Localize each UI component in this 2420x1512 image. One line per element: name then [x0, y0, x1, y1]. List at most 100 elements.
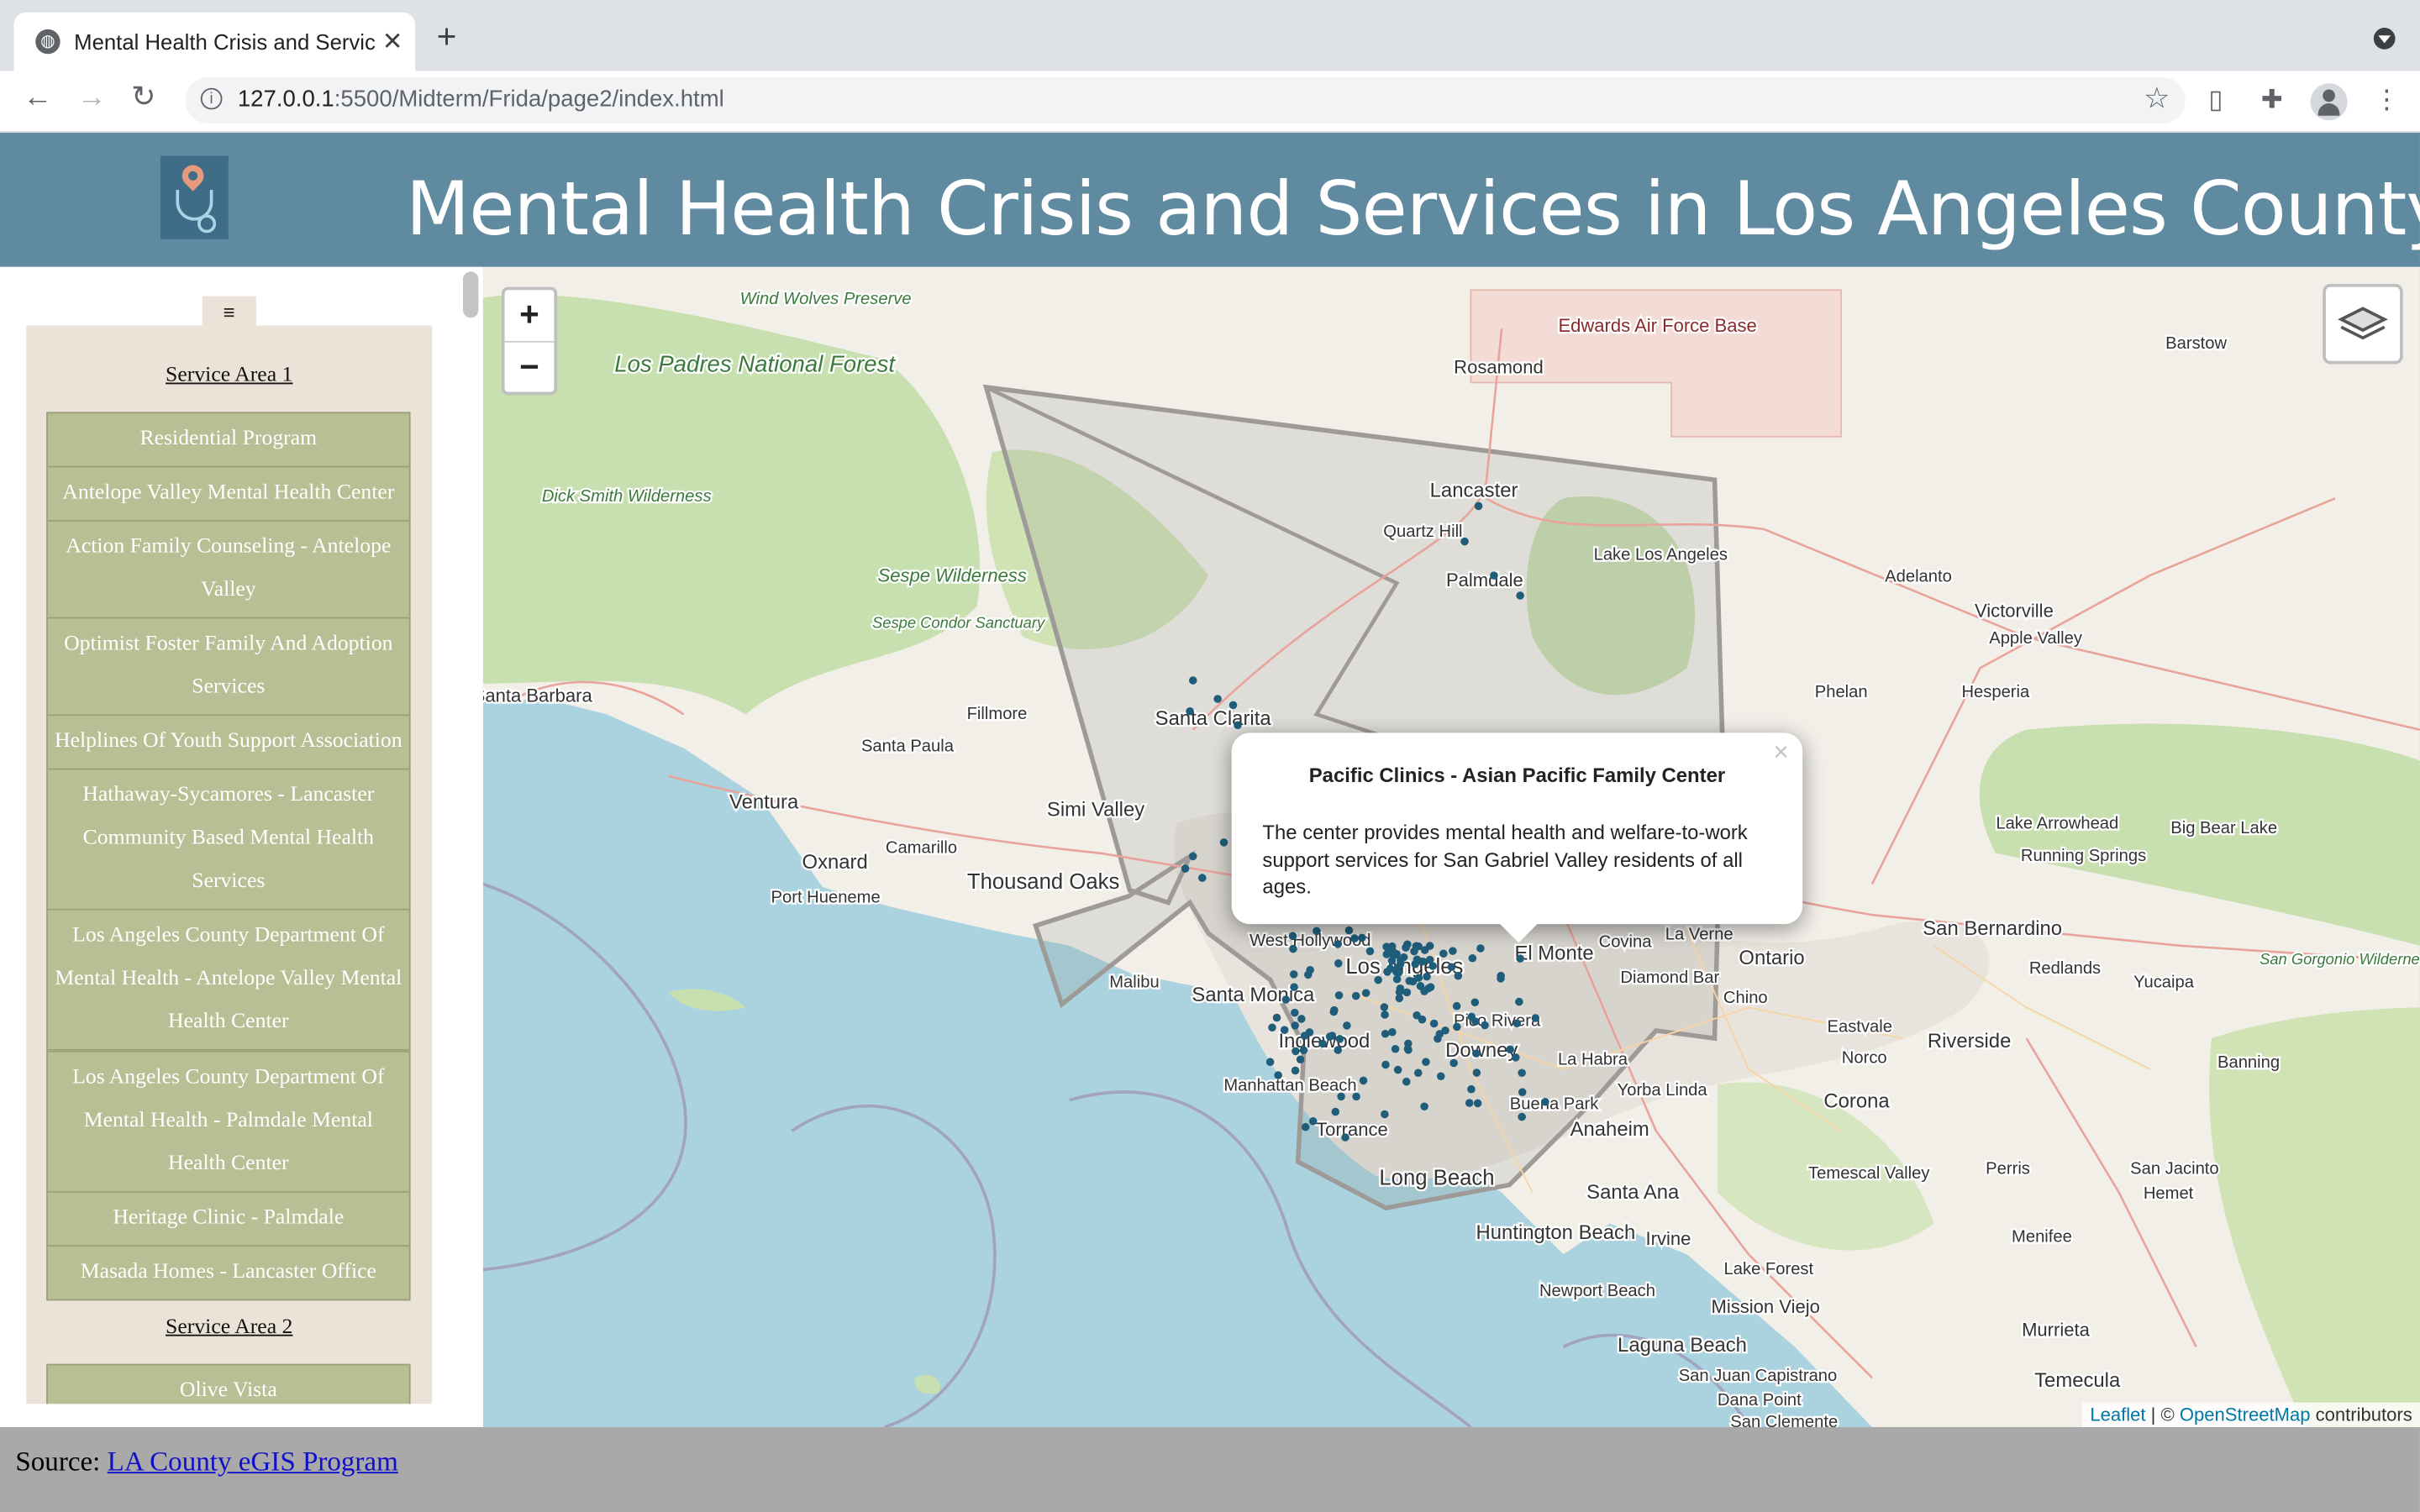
service-item[interactable]: Los Angeles County Department Of Mental …	[46, 1050, 411, 1193]
service-marker[interactable]	[1402, 1077, 1411, 1086]
service-marker[interactable]	[1289, 944, 1297, 953]
forward-icon[interactable]: →	[77, 82, 107, 114]
service-marker[interactable]	[1516, 954, 1524, 963]
service-item[interactable]: Antelope Valley Mental Health Center	[46, 465, 411, 522]
service-marker[interactable]	[1365, 947, 1375, 956]
service-marker[interactable]	[1474, 501, 1483, 511]
service-marker[interactable]	[1429, 1019, 1439, 1028]
site-info-icon[interactable]: i	[200, 87, 223, 110]
service-marker[interactable]	[1318, 1039, 1327, 1048]
service-marker[interactable]	[1292, 1047, 1300, 1056]
service-marker[interactable]	[1334, 991, 1344, 1000]
service-marker[interactable]	[1219, 838, 1228, 847]
service-marker[interactable]	[1337, 1092, 1345, 1101]
map[interactable]: Wind Wolves Preserve Los Padres National …	[482, 266, 2420, 1427]
service-marker[interactable]	[1297, 1015, 1306, 1023]
service-marker[interactable]	[1198, 874, 1207, 882]
back-icon[interactable]: ←	[24, 82, 53, 114]
service-marker[interactable]	[1490, 571, 1498, 580]
service-marker[interactable]	[1296, 1055, 1305, 1064]
service-marker[interactable]	[1301, 1122, 1310, 1131]
service-marker[interactable]	[1506, 1045, 1514, 1054]
zoom-out-button[interactable]: −	[504, 340, 555, 392]
service-marker[interactable]	[1308, 1116, 1318, 1126]
service-marker[interactable]	[1329, 1007, 1339, 1016]
service-marker[interactable]	[1512, 1019, 1522, 1028]
service-item[interactable]: Residential Program	[46, 412, 411, 468]
service-marker[interactable]	[1272, 1013, 1281, 1022]
address-bar[interactable]: i 127.0.0.1:5500/Midterm/Frida/page2/ind…	[185, 76, 2186, 123]
service-marker[interactable]	[1274, 1071, 1282, 1079]
service-marker[interactable]	[1420, 1102, 1428, 1111]
service-marker[interactable]	[1382, 942, 1391, 951]
service-marker[interactable]	[1436, 1072, 1445, 1081]
service-marker[interactable]	[1335, 1035, 1344, 1043]
service-marker[interactable]	[1425, 955, 1434, 964]
service-marker[interactable]	[1408, 977, 1418, 986]
service-marker[interactable]	[1402, 943, 1410, 952]
browser-menu-icon[interactable]: ⋮	[2374, 85, 2400, 116]
service-marker[interactable]	[1359, 1076, 1368, 1085]
service-marker[interactable]	[1453, 1022, 1461, 1032]
service-marker[interactable]	[1281, 995, 1291, 1004]
service-marker[interactable]	[1382, 950, 1392, 958]
extensions-icon[interactable]: ✚	[2261, 85, 2283, 116]
service-item[interactable]: Optimist Foster Family And Adoption Serv…	[46, 617, 411, 717]
service-marker[interactable]	[1518, 1068, 1526, 1078]
service-marker[interactable]	[1465, 1099, 1474, 1107]
service-marker[interactable]	[1397, 956, 1405, 964]
service-marker[interactable]	[1289, 970, 1298, 979]
service-marker[interactable]	[1531, 1014, 1540, 1022]
service-marker[interactable]	[1388, 1027, 1397, 1037]
service-marker[interactable]	[1476, 944, 1485, 953]
zoom-in-button[interactable]: +	[505, 290, 555, 339]
service-marker[interactable]	[1334, 1046, 1343, 1054]
service-marker[interactable]	[1425, 942, 1434, 950]
service-marker[interactable]	[1288, 932, 1297, 941]
service-marker[interactable]	[1512, 1053, 1520, 1062]
service-marker[interactable]	[1334, 940, 1343, 948]
service-marker[interactable]	[1344, 926, 1354, 935]
service-marker[interactable]	[1447, 963, 1456, 972]
service-marker[interactable]	[1331, 1107, 1340, 1116]
service-marker[interactable]	[1481, 1021, 1489, 1030]
service-item[interactable]: Heritage Clinic - Palmdale	[46, 1190, 411, 1247]
service-marker[interactable]	[1441, 1026, 1449, 1035]
leaflet-link[interactable]: Leaflet	[2090, 1404, 2145, 1425]
service-marker[interactable]	[1305, 1028, 1314, 1037]
service-marker[interactable]	[1352, 1092, 1360, 1101]
service-marker[interactable]	[1186, 706, 1194, 716]
service-item[interactable]: Hathaway-Sycamores - Lancaster Community…	[46, 768, 411, 911]
source-link[interactable]: LA County eGIS Program	[108, 1446, 398, 1477]
service-marker[interactable]	[1472, 1049, 1481, 1058]
browser-tab[interactable]: ◍ Mental Health Crisis and Servic ✕	[13, 12, 416, 71]
reading-list-icon[interactable]: ▯	[2208, 85, 2223, 116]
service-marker[interactable]	[1396, 984, 1405, 993]
layers-button[interactable]	[2323, 283, 2403, 365]
service-marker[interactable]	[1234, 721, 1242, 730]
service-marker[interactable]	[1467, 1012, 1476, 1021]
service-marker[interactable]	[1361, 989, 1370, 997]
service-marker[interactable]	[1381, 1011, 1389, 1019]
service-marker[interactable]	[1381, 1110, 1389, 1119]
service-marker[interactable]	[1414, 942, 1423, 951]
service-marker[interactable]	[1418, 957, 1428, 966]
sidebar[interactable]: ≡ Service Area 1 Residential Program Ant…	[0, 266, 483, 1404]
service-marker[interactable]	[1290, 983, 1298, 991]
service-marker[interactable]	[1454, 971, 1463, 980]
service-marker[interactable]	[1299, 1046, 1308, 1055]
service-marker[interactable]	[1470, 998, 1480, 1007]
service-item[interactable]: Masada Homes - Lancaster Office	[46, 1245, 411, 1301]
service-marker[interactable]	[1518, 1112, 1526, 1121]
service-marker[interactable]	[1422, 1058, 1430, 1066]
service-marker[interactable]	[1213, 695, 1222, 703]
service-marker[interactable]	[1387, 957, 1397, 965]
service-marker[interactable]	[1291, 1066, 1300, 1075]
profile-avatar-icon[interactable]	[2310, 83, 2348, 121]
service-marker[interactable]	[1393, 963, 1402, 972]
service-area-title[interactable]: Service Area 1	[26, 364, 432, 388]
service-marker[interactable]	[1472, 1068, 1481, 1077]
close-tab-icon[interactable]: ✕	[382, 26, 403, 57]
service-marker[interactable]	[1328, 1032, 1337, 1040]
service-marker[interactable]	[1518, 1088, 1527, 1096]
